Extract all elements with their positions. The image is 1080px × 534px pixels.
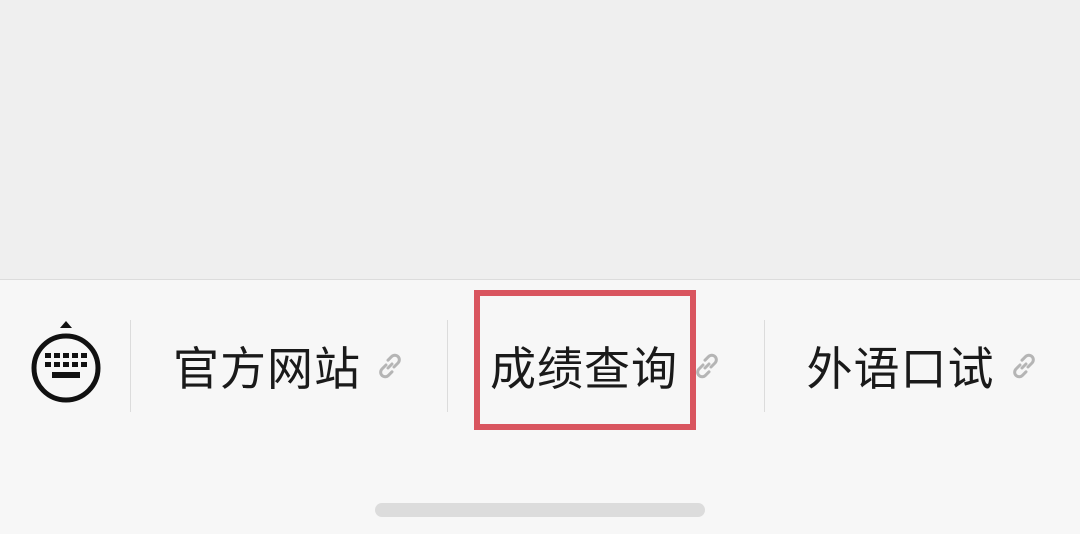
menu-item-label: 成绩查询 xyxy=(490,342,678,396)
menu-item-label: 官方网站 xyxy=(173,342,361,396)
menu-item-label: 外语口试 xyxy=(806,342,995,396)
menu-item-score-query[interactable]: 成绩查询 xyxy=(448,320,764,412)
link-icon xyxy=(379,353,401,379)
menu-item-official-website[interactable]: 官方网站 xyxy=(131,320,447,412)
keyboard-toggle-button[interactable] xyxy=(30,320,102,404)
link-icon xyxy=(696,353,718,379)
chat-area xyxy=(0,0,1080,279)
official-account-menu-bar: 官方网站 成绩查询 外语口试 xyxy=(0,279,1080,534)
home-indicator[interactable] xyxy=(375,503,705,517)
link-icon xyxy=(1012,353,1035,379)
keyboard-icon xyxy=(31,321,101,403)
menu-item-oral-exam[interactable]: 外语口试 xyxy=(765,320,1080,412)
